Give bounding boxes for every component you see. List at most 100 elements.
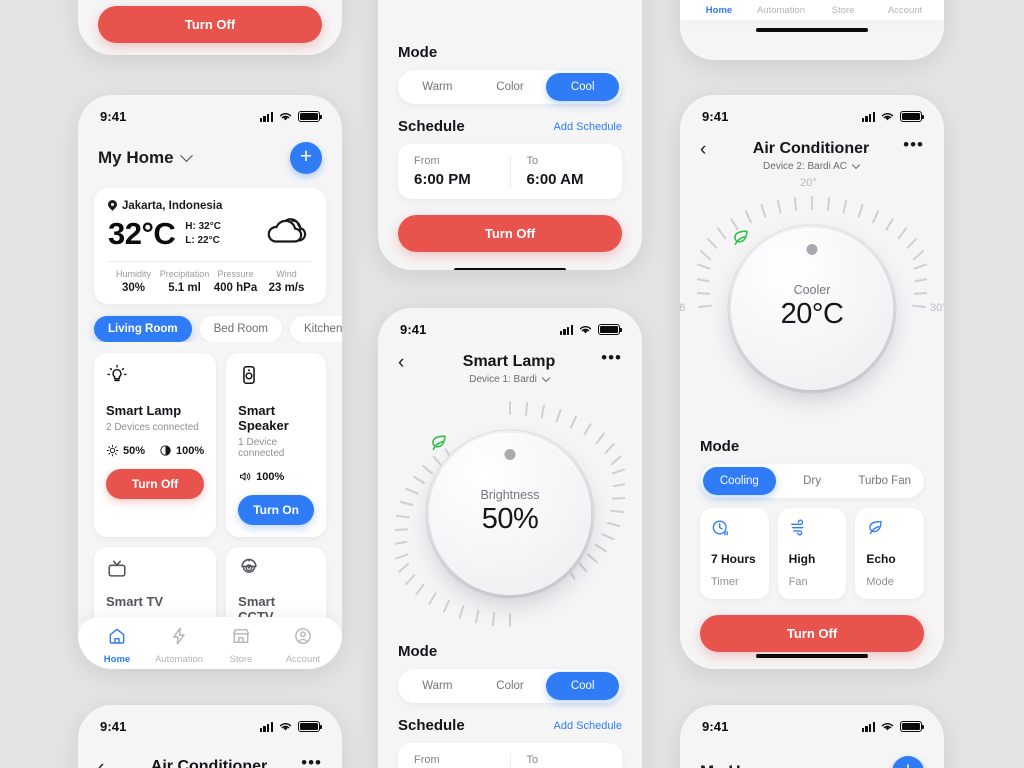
more-horizontal-icon[interactable]: ••• — [902, 136, 924, 153]
mode-section-header: Mode — [378, 643, 642, 660]
field-value: 6:00 PM — [414, 171, 471, 188]
ac-power-button[interactable]: Turn Off — [700, 615, 924, 652]
tab-home[interactable]: Home — [86, 626, 148, 665]
setting-fan[interactable]: High Fan — [777, 508, 847, 599]
metric-value: 100% — [176, 444, 205, 457]
chevron-left-icon[interactable]: ‹ — [398, 353, 418, 372]
device-card-smart-lamp[interactable]: Smart Lamp 2 Devices connected 50% 100% … — [94, 353, 217, 537]
schedule-to[interactable]: To 6:00 AM — [509, 155, 623, 188]
home-title-group[interactable]: My Home — [98, 148, 193, 168]
page-title: Air Conditioner — [150, 758, 268, 768]
mode-cool[interactable]: Cool — [546, 672, 620, 700]
chevron-left-icon[interactable]: ‹ — [700, 140, 720, 159]
lamp-power-button[interactable]: Turn Off — [398, 215, 622, 252]
device-subtitle: Device 1: Bardi — [469, 374, 537, 385]
home-icon — [109, 628, 125, 644]
status-bar: 9:41 — [680, 705, 944, 738]
schedule-from[interactable]: From 6:00 PM — [398, 155, 510, 188]
add-device-button[interactable]: + — [892, 756, 924, 768]
schedule-to[interactable]: To 6:00 AM — [509, 754, 623, 768]
cellular-bars-icon — [259, 112, 273, 122]
mode-color[interactable]: Color — [474, 672, 547, 700]
tab-label: Automation — [756, 5, 806, 16]
ac-header-partial: ‹ Air Conditioner Device 2: Bardi AC ••• — [78, 738, 342, 768]
more-horizontal-icon[interactable]: ••• — [600, 349, 622, 366]
chevron-down-icon — [541, 373, 551, 382]
home-indicator — [454, 268, 566, 270]
battery-full-icon — [900, 721, 925, 732]
ac-mode-segmented: Cooling Dry Turbo Fan — [700, 464, 924, 498]
tab-home[interactable]: Home — [688, 0, 750, 16]
phone-home-main: 9:41 My Home + Jakarta, Indonesia 32°C H… — [78, 95, 342, 669]
tab-store[interactable]: Store — [812, 0, 874, 16]
divider — [108, 261, 312, 262]
more-horizontal-icon[interactable]: ••• — [300, 754, 322, 768]
mode-color[interactable]: Color — [474, 73, 547, 101]
dial-knob[interactable]: Cooler 20°C — [731, 228, 893, 390]
phone-lamp-main: 9:41 ‹ Smart Lamp Device 1: Bardi ••• Br… — [378, 308, 642, 768]
status-time: 9:41 — [702, 109, 729, 124]
mode-cooling[interactable]: Cooling — [703, 467, 776, 495]
section-title: Mode — [398, 44, 438, 61]
status-time: 9:41 — [100, 719, 127, 734]
tab-account[interactable]: Account — [272, 626, 334, 665]
phone-ac-main: 9:41 ‹ Air Conditioner Device 2: Bardi A… — [680, 95, 944, 669]
mode-warm[interactable]: Warm — [401, 672, 474, 700]
phone-home-partial-topright: Home Automation Store Account — [680, 0, 944, 60]
wifi-icon — [881, 113, 894, 121]
weather-temperature: 32°C — [108, 215, 176, 251]
device-metrics: 100% — [238, 470, 314, 483]
tab-label: Store — [831, 5, 855, 16]
ac-mode-header: Mode — [680, 438, 944, 455]
schedule-from[interactable]: From 6:00 PM — [398, 754, 510, 768]
wifi-icon — [579, 326, 592, 334]
metric-contrast: 100% — [159, 444, 204, 457]
stat-label: Humidity — [115, 269, 151, 279]
tab-account[interactable]: Account — [874, 0, 936, 16]
add-schedule-link[interactable]: Add Schedule — [554, 121, 623, 133]
brightness-dial[interactable]: Brightness 50% — [395, 399, 625, 629]
weather-stat: Precipitation 5.1 ml — [159, 269, 210, 294]
home-title-group[interactable]: My Home — [700, 762, 795, 768]
temperature-dial[interactable]: 20° 16 30° — [680, 177, 944, 424]
dial-label: Cooler — [793, 282, 831, 297]
device-power-button[interactable]: Turn On — [238, 495, 314, 525]
tab-automation[interactable]: Automation — [750, 0, 812, 16]
setting-label: Mode — [866, 576, 894, 588]
location-pin-icon — [108, 200, 117, 212]
weather-stat: Humidity 30% — [108, 269, 159, 294]
stat-value: 400 hPa — [213, 282, 258, 294]
setting-mode[interactable]: Echo Mode — [855, 508, 924, 599]
device-metrics: 50% 100% — [106, 444, 204, 457]
store-icon — [232, 629, 250, 644]
mode-warm[interactable]: Warm — [401, 73, 474, 101]
mode-cool[interactable]: Cool — [546, 73, 620, 101]
mode-dry[interactable]: Dry — [776, 467, 849, 495]
lamp-power-button-partial[interactable]: Turn Off — [98, 6, 322, 43]
device-card-smart-speaker[interactable]: Smart Speaker 1 Device connected 100% Tu… — [226, 353, 326, 537]
schedule-range: From 6:00 PM To 6:00 AM — [398, 743, 622, 768]
mode-turbo-fan[interactable]: Turbo Fan — [848, 467, 921, 495]
device-power-button[interactable]: Turn Off — [106, 469, 205, 499]
add-schedule-link[interactable]: Add Schedule — [554, 720, 623, 732]
device-subtitle: 2 Devices connected — [106, 422, 199, 433]
tab-automation[interactable]: Automation — [148, 626, 210, 665]
dial-knob[interactable]: Brightness 50% — [429, 433, 591, 595]
chevron-left-icon[interactable]: ‹ — [98, 758, 118, 768]
home-indicator — [756, 654, 868, 658]
status-bar: 9:41 — [78, 95, 342, 128]
add-device-button[interactable]: + — [290, 142, 322, 174]
device-selector[interactable]: Device 2: Bardi AC — [720, 160, 902, 172]
room-chip-bed-room[interactable]: Bed Room — [199, 316, 282, 342]
wifi-icon — [279, 723, 292, 731]
room-chip-kitchen[interactable]: Kitchen — [289, 316, 342, 342]
schedule-section-header: Schedule Add Schedule — [378, 118, 642, 135]
tab-store[interactable]: Store — [210, 626, 272, 665]
tab-label: Home — [103, 654, 131, 665]
cellular-bars-icon — [559, 325, 573, 335]
setting-timer[interactable]: 7 Hours Timer — [700, 508, 769, 599]
stat-label: Wind — [276, 269, 297, 279]
room-chip-living-room[interactable]: Living Room — [94, 316, 192, 342]
fan-wind-icon — [790, 519, 804, 536]
device-selector[interactable]: Device 1: Bardi — [418, 373, 600, 385]
